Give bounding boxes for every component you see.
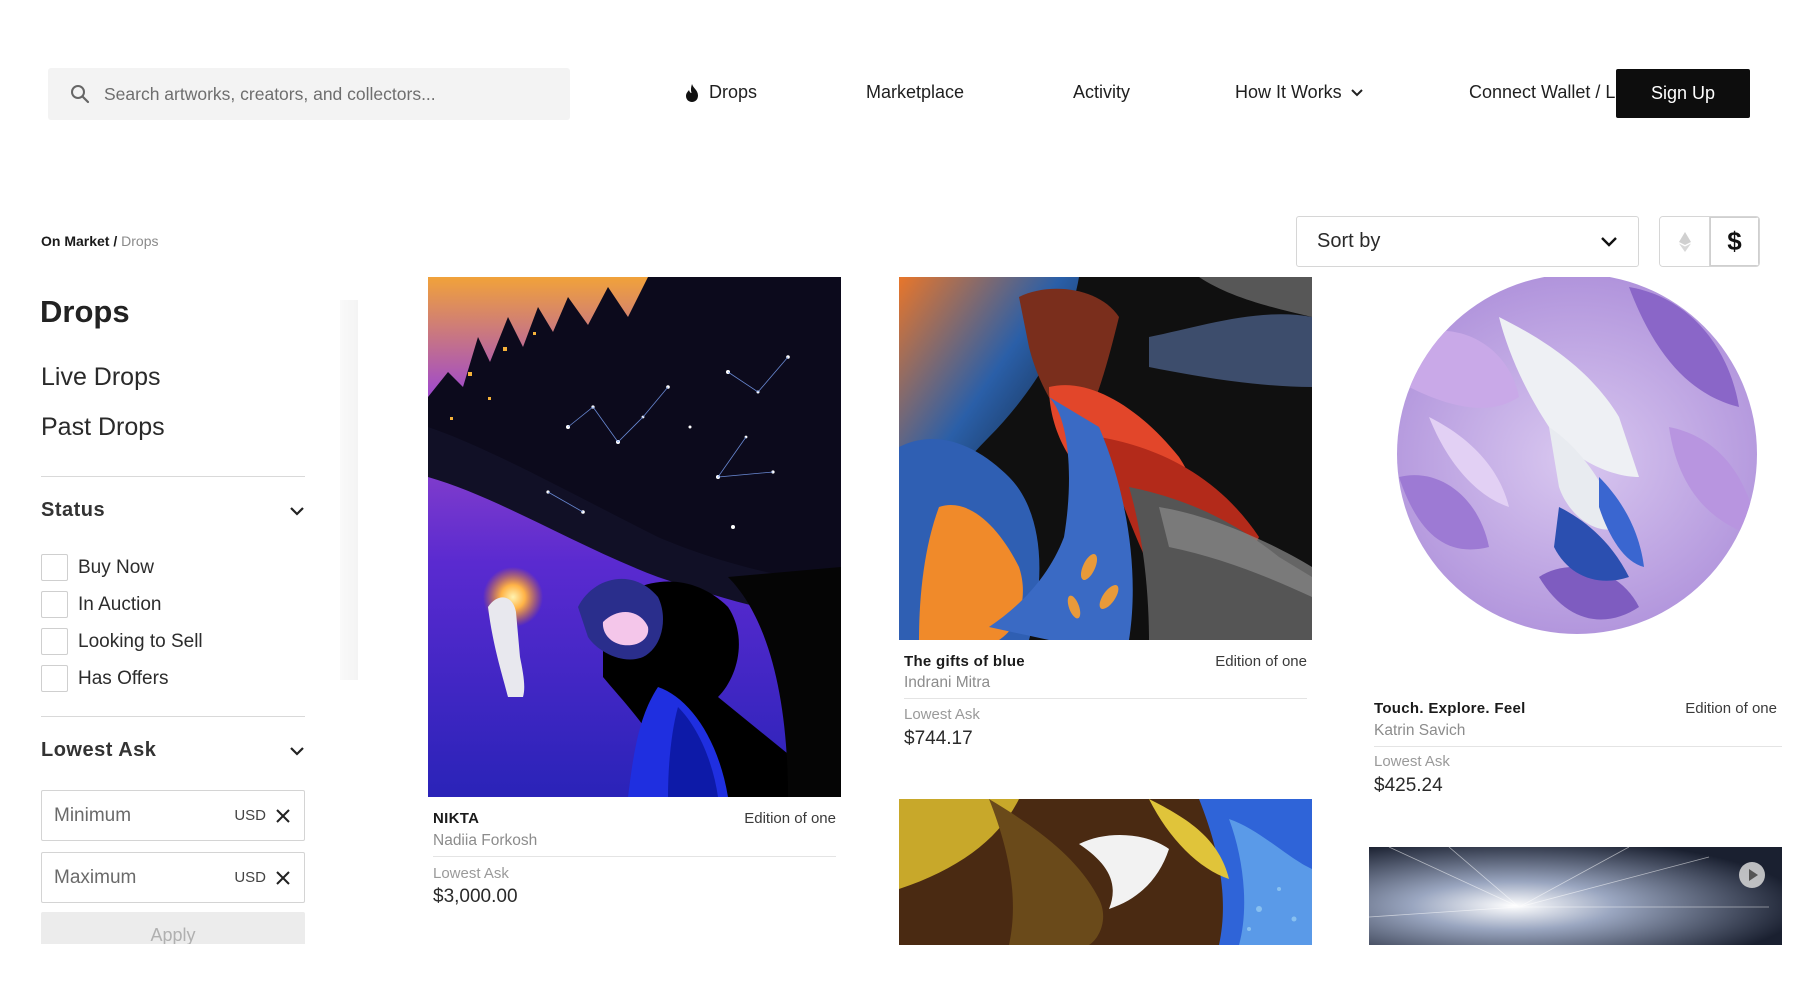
card-price: $425.24	[1374, 775, 1443, 796]
status-option-label: Has Offers	[78, 667, 169, 689]
minimum-price-field[interactable]: USD	[41, 790, 305, 841]
chevron-down-icon	[290, 506, 304, 516]
status-option-looking-to-sell[interactable]: Looking to Sell	[41, 628, 203, 655]
scroll-shadow	[340, 300, 358, 680]
sign-up-button[interactable]: Sign Up	[1616, 69, 1750, 118]
nav-activity[interactable]: Activity	[1073, 82, 1130, 103]
close-icon[interactable]	[276, 808, 290, 823]
card-artist[interactable]: Nadiia Forkosh	[433, 832, 537, 850]
divider	[41, 716, 305, 717]
status-option-has-offers[interactable]: Has Offers	[41, 665, 168, 692]
checkbox[interactable]	[41, 591, 68, 618]
card-divider	[433, 856, 836, 857]
sign-up-label: Sign Up	[1650, 83, 1716, 103]
breadcrumb-separator: /	[109, 233, 122, 249]
apply-button[interactable]: Apply	[41, 912, 305, 944]
nav-activity-label: Activity	[1073, 82, 1131, 102]
card-ask-label: Lowest Ask	[904, 706, 980, 723]
nav-drops[interactable]: Drops	[684, 82, 757, 103]
card-artist[interactable]: Katrin Savich	[1374, 722, 1465, 740]
card-artist[interactable]: Indrani Mitra	[904, 674, 990, 692]
chevron-down-icon	[290, 746, 304, 756]
artwork-image-nikta[interactable]	[428, 277, 841, 797]
status-option-label: Looking to Sell	[78, 630, 203, 652]
card-edition: Edition of one	[1685, 700, 1777, 717]
nav-how-it-works[interactable]: How It Works	[1235, 82, 1364, 103]
status-option-buy-now[interactable]: Buy Now	[41, 554, 154, 581]
apply-label: Apply	[150, 925, 196, 944]
usd-currency-button[interactable]: $	[1709, 217, 1759, 266]
artwork-illustration	[899, 799, 1312, 945]
chevron-down-icon	[1601, 237, 1617, 247]
card-title[interactable]: Touch. Explore. Feel	[1374, 700, 1526, 717]
currency-unit: USD	[234, 869, 266, 886]
card-price: $744.17	[904, 728, 973, 749]
card-ask-label: Lowest Ask	[1374, 753, 1450, 770]
sidebar-title: Drops	[40, 294, 130, 329]
checkbox[interactable]	[41, 554, 68, 581]
lowest-ask-filter-title: Lowest Ask	[41, 739, 157, 761]
search-input[interactable]	[104, 83, 534, 105]
currency-unit: USD	[234, 807, 266, 824]
card-title[interactable]: The gifts of blue	[904, 653, 1025, 670]
artwork-illustration	[428, 277, 841, 797]
status-filter-header[interactable]: Status	[41, 499, 305, 522]
flame-icon	[686, 83, 698, 102]
minimum-price-input[interactable]	[54, 804, 204, 827]
card-divider	[1374, 746, 1782, 747]
eth-currency-button[interactable]	[1660, 217, 1709, 266]
breadcrumb-trail: Drops	[121, 233, 159, 249]
usd-symbol: $	[1727, 226, 1742, 256]
status-filter-title: Status	[41, 499, 106, 521]
ethereum-icon	[1678, 231, 1691, 252]
card-price: $3,000.00	[433, 886, 518, 907]
play-icon[interactable]	[1738, 861, 1766, 889]
breadcrumb: On Market / Drops	[41, 233, 159, 249]
card-edition: Edition of one	[1215, 653, 1307, 670]
artwork-image-the-gifts-of-blue[interactable]	[899, 277, 1312, 640]
maximum-price-field[interactable]: USD	[41, 852, 305, 903]
status-option-label: In Auction	[78, 593, 162, 615]
currency-toggle[interactable]: $	[1659, 216, 1760, 267]
checkbox[interactable]	[41, 628, 68, 655]
nav-marketplace-label: Marketplace	[866, 82, 965, 102]
artwork-image-touch-explore-feel[interactable]	[1369, 277, 1782, 640]
search-bar[interactable]	[48, 68, 570, 120]
nav-marketplace[interactable]: Marketplace	[866, 82, 964, 103]
status-option-in-auction[interactable]: In Auction	[41, 591, 161, 618]
breadcrumb-current[interactable]: On Market	[41, 233, 109, 249]
sort-dropdown[interactable]: Sort by	[1296, 216, 1639, 267]
status-option-label: Buy Now	[78, 556, 155, 578]
sort-label: Sort by	[1317, 230, 1381, 252]
artwork-illustration	[1369, 277, 1782, 640]
card-edition: Edition of one	[744, 810, 836, 827]
artwork-illustration	[899, 277, 1312, 640]
artwork-illustration	[1369, 847, 1782, 945]
card-ask-label: Lowest Ask	[433, 865, 509, 882]
maximum-price-input[interactable]	[54, 866, 204, 889]
close-icon[interactable]	[276, 870, 290, 885]
artwork-image[interactable]	[899, 799, 1312, 945]
search-icon	[71, 85, 90, 104]
divider	[41, 476, 305, 477]
chevron-down-icon	[1350, 88, 1363, 96]
card-divider	[904, 698, 1307, 699]
checkbox[interactable]	[41, 665, 68, 692]
card-title[interactable]: NIKTA	[433, 810, 479, 827]
nav-how-it-works-label: How It Works	[1235, 82, 1342, 102]
artwork-video-thumbnail[interactable]	[1369, 847, 1782, 945]
lowest-ask-filter-header[interactable]: Lowest Ask	[41, 739, 305, 762]
sidebar-link-live-drops[interactable]: Live Drops	[41, 363, 161, 392]
nav-drops-label: Drops	[709, 82, 758, 102]
sidebar-link-past-drops[interactable]: Past Drops	[41, 413, 165, 442]
